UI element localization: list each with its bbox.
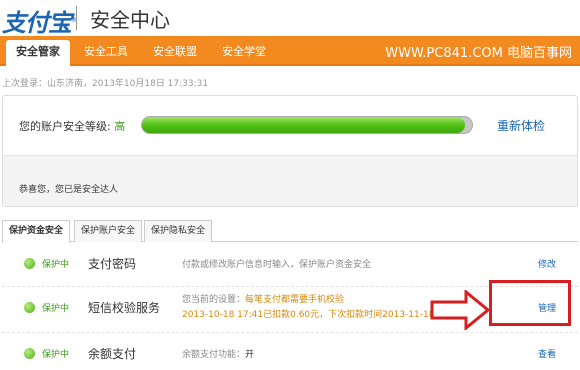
annotation-arrow-icon bbox=[430, 290, 491, 330]
tab-privacy-security[interactable]: 保护隐私安全 bbox=[144, 220, 213, 242]
recheck-link[interactable]: 重新体检 bbox=[497, 117, 545, 134]
header: 支付宝® 安全中心 bbox=[0, 0, 580, 38]
nav-tab-security-manager[interactable]: 安全管家 bbox=[6, 40, 70, 66]
status-text: 保护中 bbox=[42, 350, 70, 360]
security-level-bar-fill bbox=[142, 117, 465, 133]
row-description: 付款或修改账户信息时输入，保护账户资金安全 bbox=[182, 260, 372, 270]
status-text: 保护中 bbox=[42, 260, 70, 270]
logo-text: 支付宝 bbox=[2, 11, 72, 37]
page-title: 安全中心 bbox=[90, 8, 170, 32]
congrats-message: 恭喜您，您已是安全达人 bbox=[19, 185, 119, 195]
view-link[interactable]: 查看 bbox=[538, 347, 556, 360]
alipay-logo[interactable]: 支付宝® bbox=[2, 3, 76, 38]
status-ok-icon bbox=[24, 302, 35, 313]
security-level-bar bbox=[141, 116, 473, 134]
nav-tab-security-tools[interactable]: 安全工具 bbox=[74, 40, 138, 66]
status-ok-icon bbox=[24, 348, 35, 359]
annotation-highlight-box bbox=[489, 280, 571, 326]
status-text: 保护中 bbox=[42, 304, 70, 314]
security-level-header: 您的账户安全等级: 高 重新体检 bbox=[3, 96, 577, 156]
security-level-value: 高 bbox=[114, 120, 126, 133]
setting-label: 余额支付功能： bbox=[182, 350, 246, 360]
security-level-label: 您的账户安全等级: 高 bbox=[19, 118, 125, 134]
row-description: 余额支付功能：开 bbox=[182, 347, 254, 360]
security-level-text: 您的账户安全等级: bbox=[19, 120, 111, 133]
last-login-info: 上次登录：山东济南，2013年10月18日 17:33:31 bbox=[2, 79, 209, 89]
main-nav: 安全管家 安全工具 安全联盟 安全学堂 WWW.PC841.COM 电脑百事网 bbox=[0, 36, 580, 66]
header-divider bbox=[76, 6, 77, 30]
setting-value: 开 bbox=[245, 350, 255, 360]
row-title: 余额支付 bbox=[88, 347, 137, 361]
modify-link[interactable]: 修改 bbox=[538, 257, 556, 270]
logo-registered-mark: ® bbox=[71, 16, 76, 24]
protection-tabs: 保护资金安全 保护账户安全 保护隐私安全 bbox=[2, 220, 578, 243]
setting-label: 您当前的设置： bbox=[182, 295, 246, 305]
nav-tab-security-school[interactable]: 安全学堂 bbox=[212, 40, 276, 66]
tab-fund-security[interactable]: 保护资金安全 bbox=[2, 220, 71, 243]
row-title: 支付密码 bbox=[88, 257, 137, 271]
watermark-site: WWW.PC841.COM 电脑百事网 bbox=[385, 46, 572, 61]
nav-tab-security-alliance[interactable]: 安全联盟 bbox=[143, 40, 207, 66]
billing-info: 2013-10-18 17:41已扣款0.60元，下次扣款时间2013-11-1… bbox=[182, 310, 435, 320]
list-item-balance-payment: 保护中 余额支付 余额支付功能：开 查看 bbox=[2, 333, 578, 370]
security-level-panel: 您的账户安全等级: 高 重新体检 恭喜您，您已是安全达人 bbox=[2, 95, 578, 207]
tab-account-security[interactable]: 保护账户安全 bbox=[74, 220, 143, 242]
status-ok-icon bbox=[24, 258, 35, 269]
setting-value: 每笔支付都需要手机校验 bbox=[245, 295, 345, 305]
row-description: 您当前的设置：每笔支付都需要手机校验 2013-10-18 17:41已扣款0.… bbox=[182, 293, 446, 323]
row-title: 短信校验服务 bbox=[88, 301, 161, 315]
